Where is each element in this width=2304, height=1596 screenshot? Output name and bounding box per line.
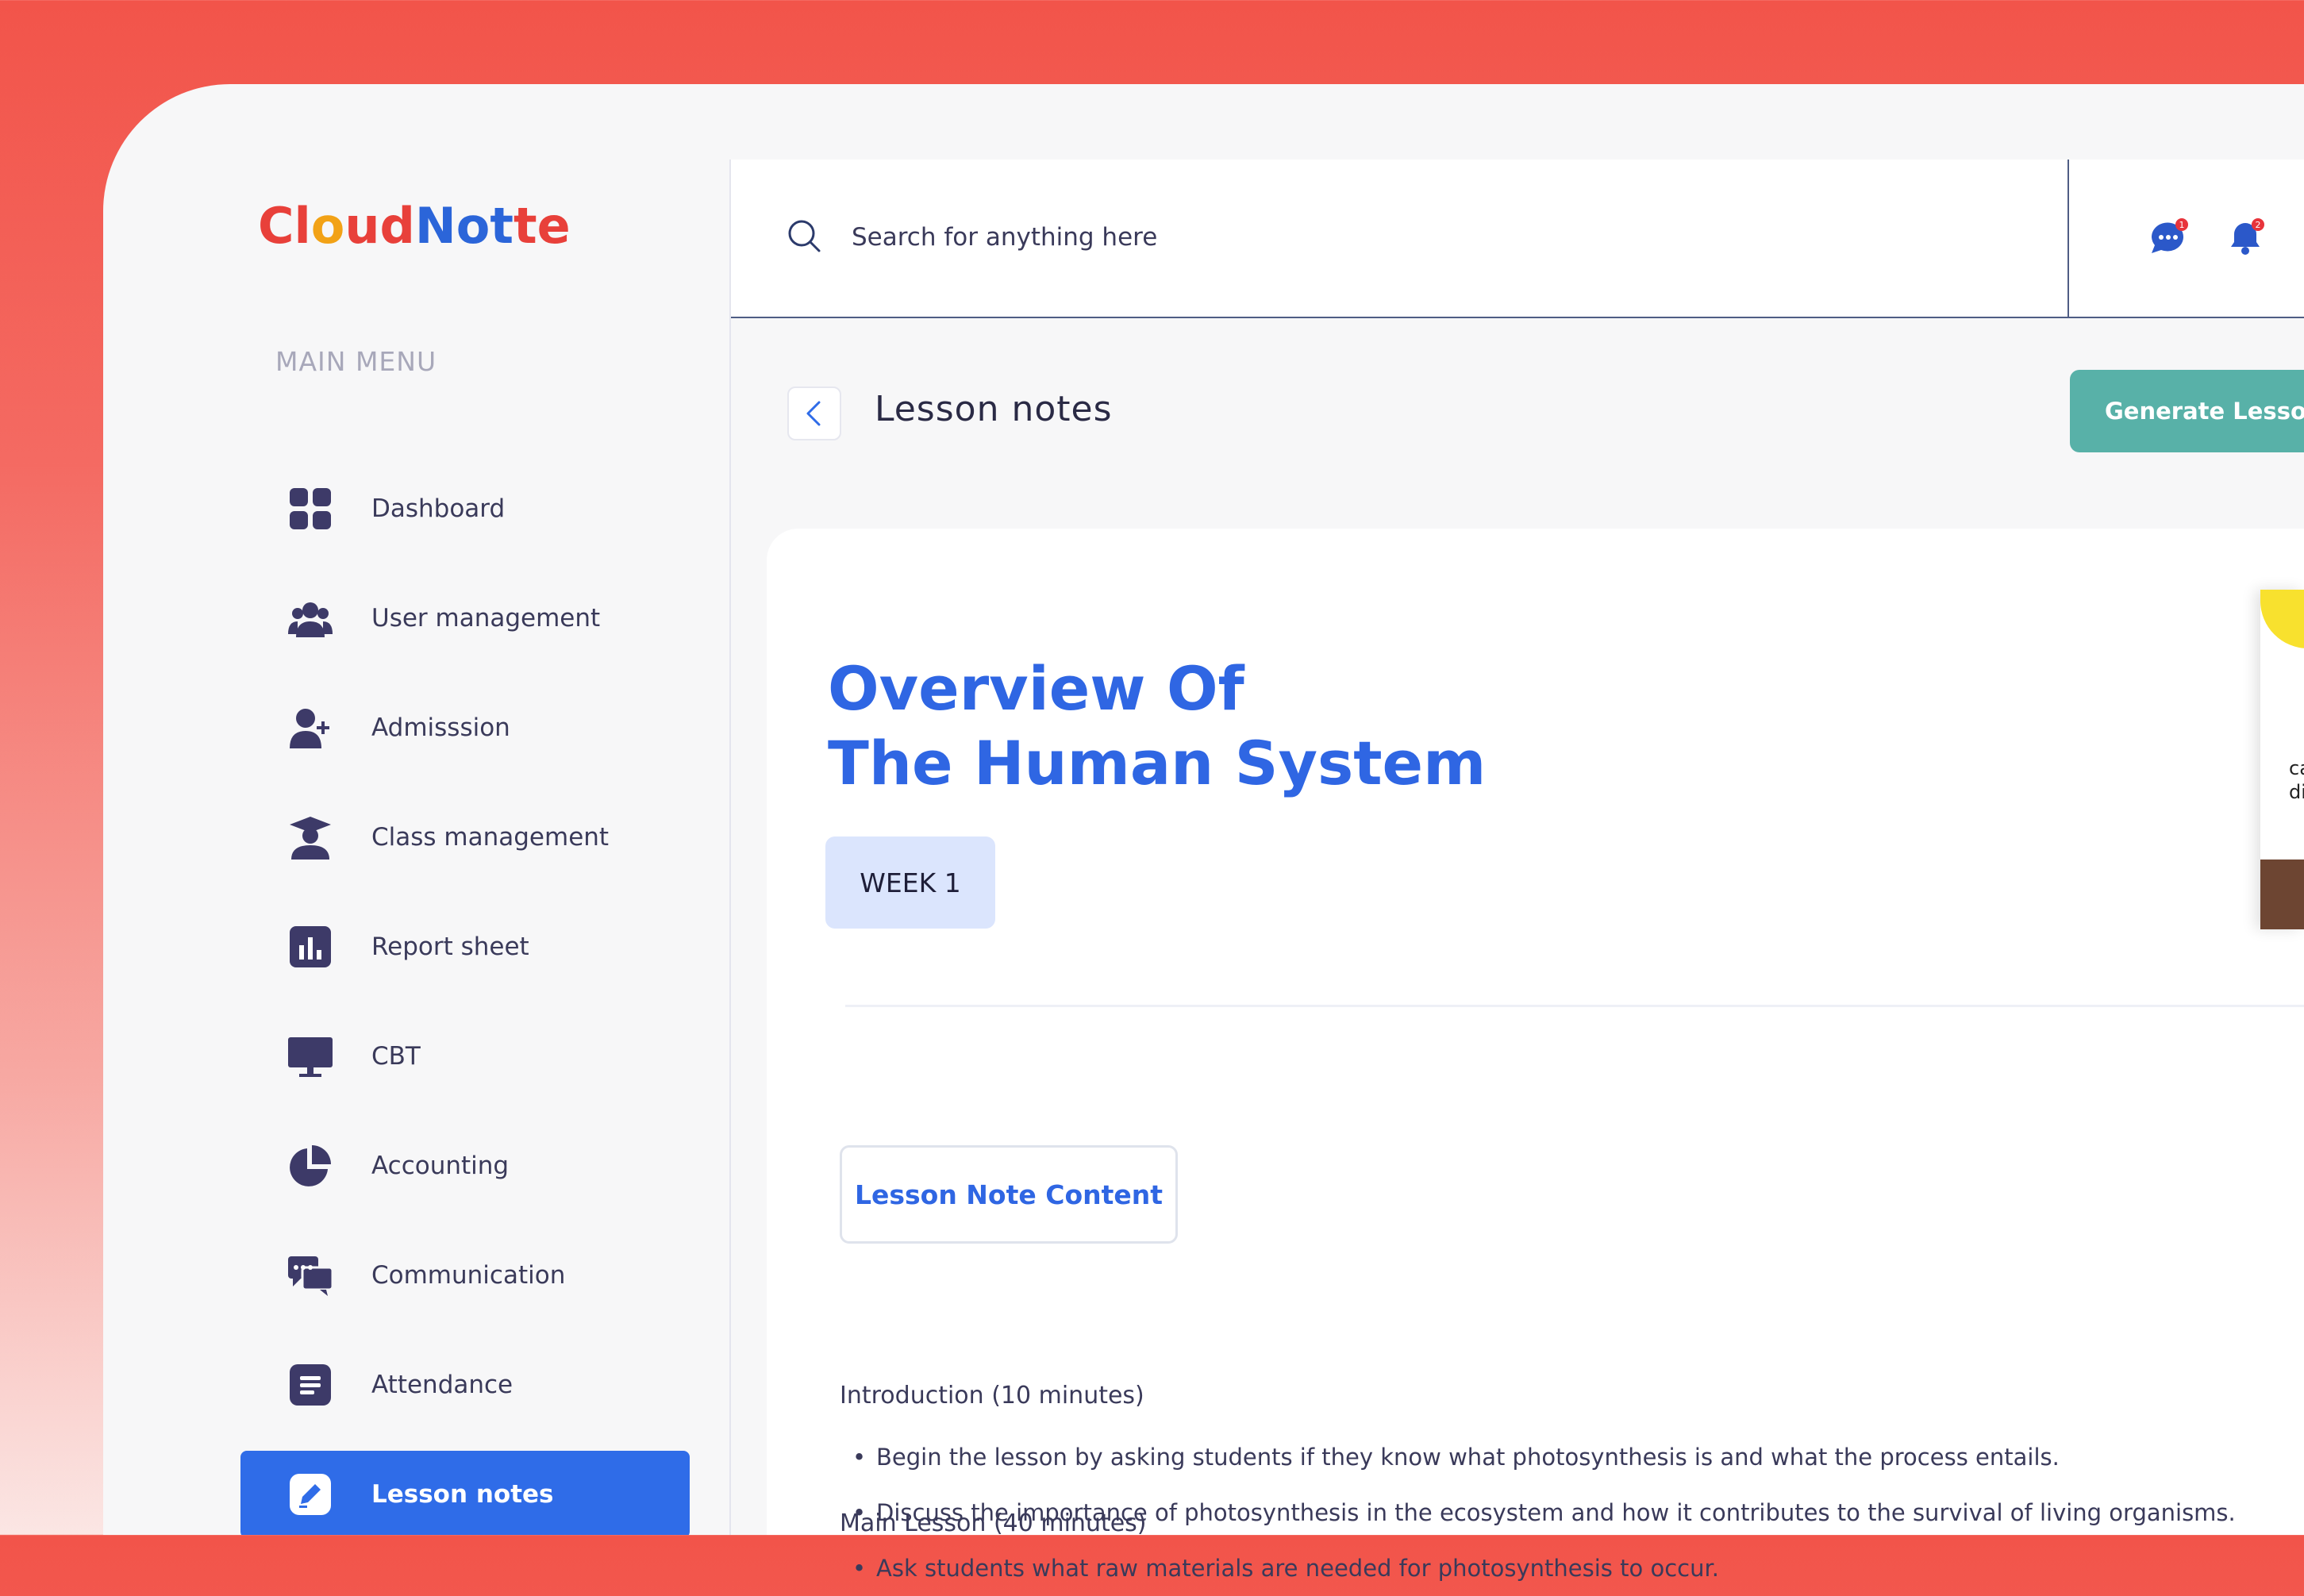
sidebar-item-report-sheet[interactable]: Report sheet xyxy=(240,903,690,990)
user-plus-icon xyxy=(288,706,333,750)
chat-icon xyxy=(288,1253,334,1298)
lesson-title: Overview Of The Human System xyxy=(828,652,1486,801)
search-input[interactable] xyxy=(850,209,1567,266)
sidebar-item-user-management[interactable]: User management xyxy=(240,575,690,662)
sidebar-item-label: Communication xyxy=(371,1261,566,1290)
lesson-card: Overview Of The Human System WEEK 1 Less… xyxy=(767,529,2304,1596)
logo-part: o xyxy=(310,197,345,255)
week-badge: WEEK 1 xyxy=(825,836,995,929)
list-item: Ask students what raw materials are need… xyxy=(840,1540,2236,1596)
page-title: Lesson notes xyxy=(875,389,1113,429)
logo-part: Not xyxy=(414,197,514,255)
menu-heading: MAIN MENU xyxy=(275,346,437,377)
sidebar-item-lesson-notes[interactable]: Lesson notes xyxy=(240,1451,690,1535)
sidebar-item-label: Lesson notes xyxy=(371,1480,554,1509)
messages-icon[interactable]: 1 xyxy=(2147,215,2191,260)
lesson-title-line: Overview Of xyxy=(828,653,1244,724)
lesson-title-line: The Human System xyxy=(828,728,1487,798)
sidebar-divider xyxy=(729,160,731,1535)
sidebar-item-dashboard[interactable]: Dashboard xyxy=(240,465,690,552)
edit-icon xyxy=(288,1472,333,1517)
header-divider xyxy=(2067,160,2069,317)
pie-chart-icon xyxy=(288,1144,333,1188)
divider xyxy=(845,1005,2304,1007)
sidebar-item-label: Class management xyxy=(371,823,610,852)
sidebar-item-admission[interactable]: Admisssion xyxy=(240,684,690,771)
top-header: 1 2 xyxy=(731,160,2304,318)
sidebar-item-label: Accounting xyxy=(371,1152,510,1180)
sidebar-item-attendance[interactable]: Attendance xyxy=(240,1341,690,1429)
logo-part: te xyxy=(513,197,571,255)
decor-shape xyxy=(2260,860,2304,929)
decor-shape xyxy=(2260,590,2304,648)
logo[interactable]: CloudNotte xyxy=(258,197,571,255)
list-icon xyxy=(288,1363,333,1407)
tab-lesson-note-content[interactable]: Lesson Note Content xyxy=(840,1145,1178,1244)
logo-part: Cl xyxy=(258,197,311,255)
sidebar-item-label: Report sheet xyxy=(371,933,529,961)
logo-part: ud xyxy=(344,197,415,255)
side-card-text: cadi xyxy=(2289,757,2304,803)
sidebar-item-label: User management xyxy=(371,604,601,633)
sidebar-item-accounting[interactable]: Accounting xyxy=(240,1122,690,1209)
notifications-badge: 2 xyxy=(2256,220,2261,230)
sidebar-item-communication[interactable]: Communication xyxy=(240,1232,690,1319)
sidebar-item-label: Dashboard xyxy=(371,494,506,523)
sidebar-item-label: Admisssion xyxy=(371,713,510,742)
section-heading: Main Lesson (40 minutes) xyxy=(840,1509,1147,1537)
monitor-icon xyxy=(288,1034,333,1079)
sidebar-item-label: CBT xyxy=(371,1042,421,1071)
search-icon[interactable] xyxy=(787,218,821,253)
section-heading: Introduction (10 minutes) xyxy=(840,1382,1144,1409)
graduation-cap-icon xyxy=(288,815,333,860)
users-icon xyxy=(288,596,333,640)
sidebar-item-cbt[interactable]: CBT xyxy=(240,1013,690,1100)
bar-chart-icon xyxy=(288,925,333,969)
sidebar-item-label: Attendance xyxy=(371,1371,513,1399)
chevron-left-icon xyxy=(806,401,821,426)
grid-icon xyxy=(288,486,333,531)
back-button[interactable] xyxy=(787,387,841,440)
sidebar-item-class-management[interactable]: Class management xyxy=(240,794,690,881)
side-image-card[interactable]: cadi xyxy=(2260,590,2304,929)
sidebar: CloudNotte MAIN MENU Dashboard User mana… xyxy=(103,84,730,1535)
messages-badge: 1 xyxy=(2179,220,2185,230)
generate-lesson-note-button[interactable]: Generate Lesson N xyxy=(2070,370,2304,452)
list-item: Begin the lesson by asking students if t… xyxy=(840,1429,2236,1485)
notifications-icon[interactable]: 2 xyxy=(2223,215,2267,260)
